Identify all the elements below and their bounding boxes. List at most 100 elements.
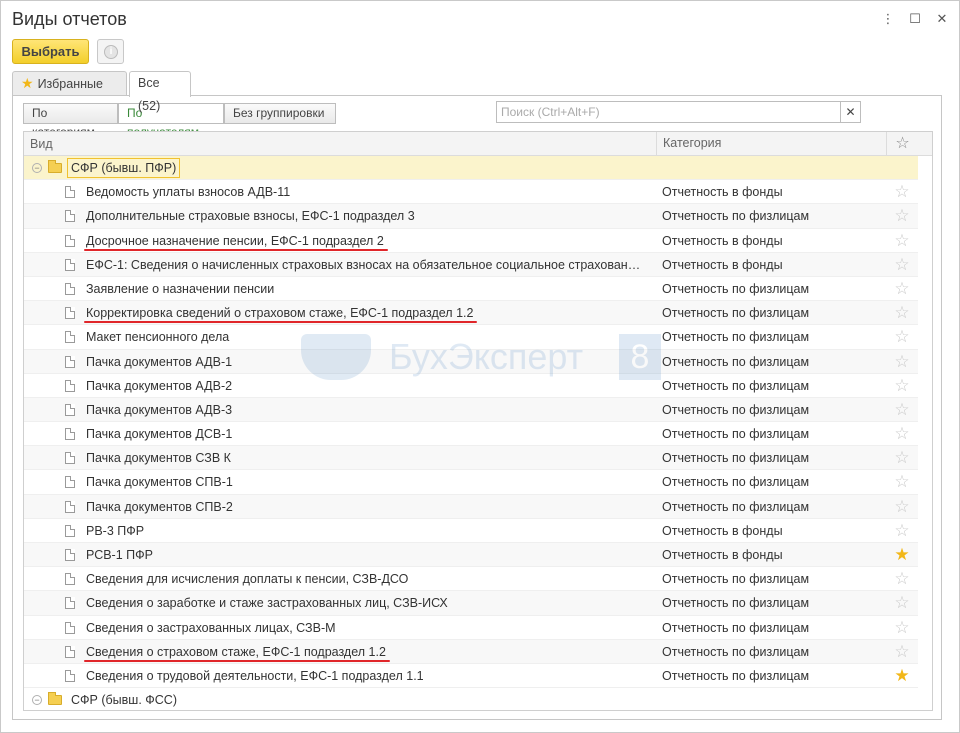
report-category: Отчетность в фонды — [662, 523, 783, 538]
collapse-icon[interactable]: − — [32, 163, 42, 173]
favorite-star-icon[interactable]: ☆ — [890, 519, 914, 543]
annotation-underline — [84, 321, 477, 324]
report-category: Отчетность в фонды — [662, 257, 783, 272]
table-row[interactable]: Заявление о назначении пенсии Отчетность … — [24, 277, 918, 302]
document-icon — [65, 355, 75, 368]
document-icon — [65, 282, 75, 295]
maximize-icon[interactable]: ☐ — [906, 10, 924, 28]
favorite-star-icon[interactable]: ☆ — [890, 204, 914, 228]
table-row[interactable]: Пачка документов СЗВ К Отчетность по физл… — [24, 446, 918, 471]
document-icon — [65, 307, 75, 320]
report-category: Отчетность в фонды — [662, 233, 783, 248]
report-name: Макет пенсионного дела — [86, 330, 230, 345]
favorite-star-icon[interactable]: ☆ — [890, 325, 914, 349]
report-category: Отчетность по физлицам — [662, 596, 810, 611]
table-row[interactable]: Сведения для исчисления доплаты к пенсии… — [24, 567, 918, 592]
favorite-star-icon[interactable]: ☆ — [890, 422, 914, 446]
report-name: Пачка документов АДВ-1 — [86, 354, 233, 369]
favorite-star-icon[interactable]: ☆ — [890, 180, 914, 204]
favorite-star-icon[interactable]: ☆ — [890, 616, 914, 640]
document-icon — [65, 452, 75, 465]
table-row[interactable]: Сведения о заработке и стаже застрахован… — [24, 591, 918, 616]
table-row[interactable]: ЕФС-1: Сведения о начисленных страховых … — [24, 252, 918, 277]
table-row[interactable]: Пачка документов СПВ-1 Отчетность по физл… — [24, 470, 918, 495]
favorite-star-icon[interactable]: ☆ — [890, 253, 914, 277]
favorite-star-icon[interactable]: ☆ — [890, 640, 914, 664]
report-name: РСВ-1 ПФР — [86, 548, 153, 562]
report-name: Пачка документов СЗВ К — [86, 451, 231, 466]
favorite-star-icon[interactable]: ☆ — [890, 567, 914, 591]
report-category: Отчетность по физлицам — [662, 620, 810, 635]
table-row[interactable]: Пачка документов ДСВ-1 Отчетность по физл… — [24, 422, 918, 447]
document-icon — [65, 524, 75, 537]
table-row[interactable]: РВ-3 ПФР Отчетность в фонды ☆ — [24, 519, 918, 543]
document-icon — [65, 573, 75, 586]
document-icon — [65, 379, 75, 392]
column-header-category[interactable]: Категория — [656, 132, 721, 155]
star-icon: ★ — [21, 75, 34, 91]
select-button[interactable]: Выбрать — [12, 39, 89, 64]
report-name: Пачка документов ДСВ-1 — [86, 427, 233, 442]
table-row[interactable]: Сведения о трудовой деятельности, ЕФС-1 … — [24, 664, 918, 689]
report-category: Отчетность по физлицам — [662, 451, 810, 466]
favorite-star-icon[interactable]: ★ — [890, 664, 914, 688]
group-row[interactable]: − СФР (бывш. ФСС) — [24, 688, 918, 710]
document-icon — [65, 186, 75, 199]
report-category: Отчетность по физлицам — [662, 306, 810, 321]
report-name: Пачка документов СПВ-1 — [86, 475, 233, 490]
group-row[interactable]: − СФР (бывш. ПФР) — [24, 156, 918, 181]
report-name: Сведения о заработке и стаже застрахован… — [86, 596, 448, 611]
table-row[interactable]: Ведомость уплаты взносов АДВ-11 Отчетност… — [24, 180, 918, 205]
group-by-category-button[interactable]: По категориям — [23, 103, 118, 139]
tab-all-label: Все (52) — [138, 76, 161, 113]
favorite-star-icon[interactable]: ☆ — [890, 350, 914, 374]
table-header: Вид Категория ☆ — [24, 132, 932, 156]
favorite-star-icon[interactable]: ☆ — [890, 277, 914, 301]
table-row[interactable]: Досрочное назначение пенсии, ЕФС-1 подра… — [24, 229, 918, 253]
favorite-star-icon[interactable]: ☆ — [890, 301, 914, 325]
info-button[interactable]: i — [97, 39, 124, 64]
report-types-table: Вид Категория ☆ − СФР (бывш. ПФР) Ведомост… — [23, 131, 933, 711]
table-row[interactable]: Пачка документов АДВ-3 Отчетность по физл… — [24, 397, 918, 423]
report-category: Отчетность по физлицам — [662, 330, 810, 345]
column-header-favorite-icon[interactable]: ☆ — [886, 132, 918, 155]
annotation-underline — [84, 248, 388, 251]
table-row[interactable]: Дополнительные страховые взносы, ЕФС-1 п… — [24, 204, 918, 229]
search-input[interactable] — [497, 102, 840, 122]
document-icon — [65, 621, 75, 634]
tab-favorites[interactable]: ★Избранные (5) — [12, 71, 127, 114]
document-icon — [65, 258, 75, 271]
report-category: Отчетность по физлицам — [662, 209, 810, 224]
document-icon — [65, 500, 75, 513]
table-row[interactable]: Макет пенсионного дела Отчетность по физл… — [24, 325, 918, 350]
close-icon[interactable]: ✕ — [933, 10, 951, 28]
favorite-star-icon[interactable]: ☆ — [890, 374, 914, 398]
column-header-name[interactable]: Вид — [30, 137, 53, 151]
document-icon — [65, 476, 75, 489]
clear-search-icon[interactable]: ✕ — [840, 102, 860, 122]
table-row[interactable]: Пачка документов АДВ-1 Отчетность по физл… — [24, 349, 918, 374]
report-name: Пачка документов АДВ-2 — [86, 378, 233, 393]
favorite-star-icon[interactable]: ☆ — [890, 229, 914, 253]
favorite-star-icon[interactable]: ☆ — [890, 495, 914, 519]
favorite-star-icon[interactable]: ☆ — [890, 470, 914, 494]
favorite-star-icon[interactable]: ☆ — [890, 398, 914, 422]
favorite-star-icon[interactable]: ★ — [890, 543, 914, 567]
window-title: Виды отчетов — [12, 9, 127, 29]
group-name: СФР (бывш. ФСС) — [71, 693, 177, 708]
more-menu-icon[interactable]: ⋮ — [879, 10, 897, 28]
folder-icon — [48, 692, 62, 706]
document-icon — [65, 549, 75, 561]
tab-all[interactable]: Все (52) — [129, 71, 191, 113]
favorite-star-icon[interactable]: ☆ — [890, 591, 914, 615]
table-row[interactable]: Корректировка сведений о страховом стаже… — [24, 301, 918, 326]
table-row[interactable]: РСВ-1 ПФР Отчетность в фонды ★ — [24, 543, 918, 568]
favorite-star-icon[interactable]: ☆ — [890, 446, 914, 470]
collapse-icon[interactable]: − — [32, 695, 42, 706]
group-by-recipient-button[interactable]: По получателям — [118, 103, 224, 139]
table-row[interactable]: Пачка документов АДВ-2 Отчетность по физл… — [24, 374, 918, 398]
table-row[interactable]: Сведения о страховом стаже, ЕФС-1 подраз… — [24, 639, 918, 664]
table-row[interactable]: Сведения о застрахованных лицах, СЗВ-М От… — [24, 616, 918, 640]
no-grouping-button[interactable]: Без группировки — [224, 103, 336, 124]
table-row[interactable]: Пачка документов СПВ-2 Отчетность по физл… — [24, 494, 918, 519]
